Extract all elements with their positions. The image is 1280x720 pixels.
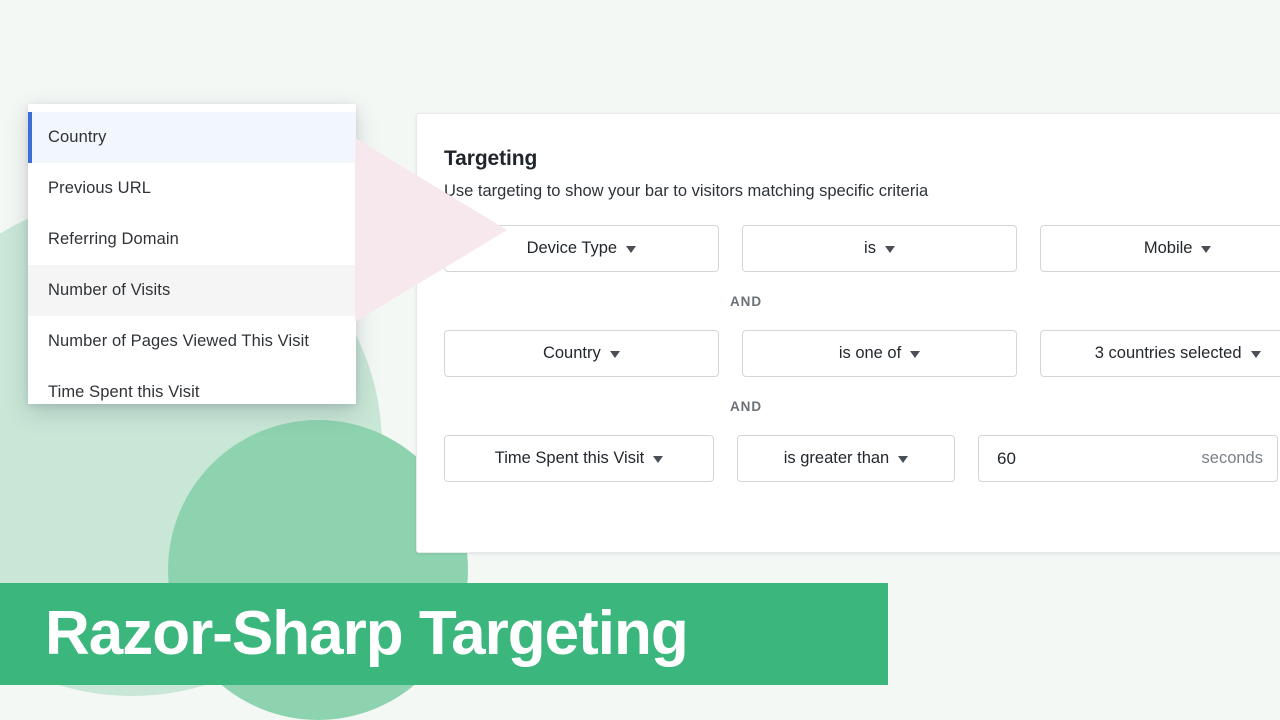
dropdown-item-country[interactable]: Country [28, 112, 356, 163]
dropdown-item-label: Number of Pages Viewed This Visit [48, 332, 310, 350]
rule3-value-input[interactable] [979, 448, 1159, 469]
rule1-field-select[interactable]: Device Type [444, 225, 719, 272]
dropdown-item-label: Country [48, 128, 107, 146]
and-label: AND [730, 398, 762, 414]
dropdown-item-pages-viewed[interactable]: Number of Pages Viewed This Visit [28, 316, 356, 367]
rule1-value-label: Mobile [1143, 239, 1193, 257]
dropdown-item-label: Time Spent this Visit [48, 383, 200, 401]
targeting-card: Targeting Use targeting to show your bar… [416, 113, 1280, 553]
dropdown-item-number-of-visits[interactable]: Number of Visits [28, 265, 356, 316]
and-label: AND [730, 293, 762, 309]
rule3-operator-select[interactable]: is greater than [737, 435, 955, 482]
rule2-operator-label: is one of [838, 344, 902, 362]
targeting-rule-row-3: Time Spent this Visit is greater than se… [444, 435, 1280, 482]
targeting-rule-row-2: Country is one of 3 countries selected [444, 330, 1280, 377]
dropdown-item-label: Referring Domain [48, 230, 179, 248]
caption-banner: Razor-Sharp Targeting [0, 583, 888, 685]
rule1-field-label: Device Type [526, 239, 618, 257]
chevron-down-icon [1250, 351, 1261, 358]
chevron-down-icon [653, 456, 664, 463]
chevron-down-icon [898, 456, 909, 463]
dropdown-item-referring-domain[interactable]: Referring Domain [28, 214, 356, 265]
page-subtitle: Use targeting to show your bar to visito… [444, 182, 929, 200]
rule1-operator-select[interactable]: is [741, 225, 1018, 272]
rule3-field-select[interactable]: Time Spent this Visit [444, 435, 714, 482]
dropdown-item-label: Previous URL [48, 179, 151, 197]
rule2-value-label: 3 countries selected [1094, 344, 1242, 362]
rule3-unit-label: seconds [1201, 449, 1263, 467]
dropdown-item-previous-url[interactable]: Previous URL [28, 163, 356, 214]
field-dropdown-panel[interactable]: Country Previous URL Referring Domain Nu… [28, 104, 356, 404]
rule2-field-label: Country [542, 344, 601, 362]
rule2-value-select[interactable]: 3 countries selected [1040, 330, 1280, 377]
dropdown-item-label: Number of Visits [48, 281, 171, 299]
field-dropdown-list: Country Previous URL Referring Domain Nu… [28, 104, 356, 404]
page-title: Targeting [444, 147, 538, 170]
rule1-operator-label: is [864, 239, 876, 257]
rule3-field-label: Time Spent this Visit [494, 449, 645, 467]
conjunction-row-2: AND [444, 377, 1280, 435]
rule3-operator-label: is greater than [783, 449, 890, 467]
rule3-value-input-wrapper[interactable]: seconds [978, 435, 1278, 482]
rule2-operator-select[interactable]: is one of [741, 330, 1018, 377]
chevron-down-icon [884, 246, 895, 253]
chevron-down-icon [609, 351, 620, 358]
targeting-rule-row-1: Device Type is Mobile [444, 225, 1280, 272]
rule1-value-select[interactable]: Mobile [1040, 225, 1280, 272]
caption-text: Razor-Sharp Targeting [45, 599, 689, 668]
chevron-down-icon [1201, 246, 1212, 253]
chevron-down-icon [626, 246, 637, 253]
dropdown-item-time-spent[interactable]: Time Spent this Visit [28, 367, 356, 404]
rule2-field-select[interactable]: Country [444, 330, 719, 377]
conjunction-row-1: AND [444, 272, 1280, 330]
chevron-down-icon [910, 351, 921, 358]
